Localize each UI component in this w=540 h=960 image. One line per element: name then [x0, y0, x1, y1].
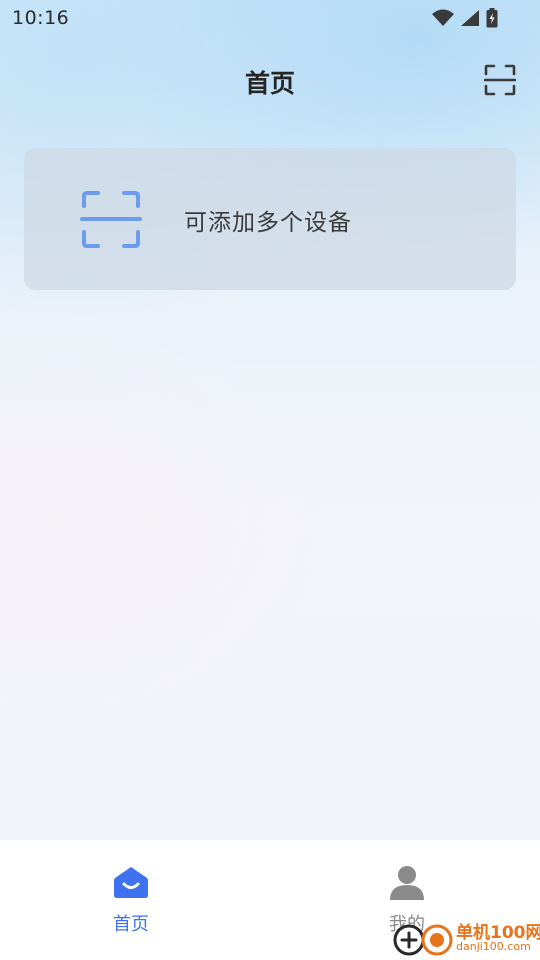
cellular-signal-icon	[460, 9, 480, 27]
battery-charging-icon	[486, 8, 498, 28]
header: 首页	[0, 52, 540, 108]
scan-icon	[484, 64, 516, 96]
watermark-url: danji100.com	[456, 940, 531, 953]
wifi-icon	[432, 9, 454, 27]
tab-home[interactable]: 首页	[51, 840, 211, 960]
page-title: 首页	[244, 69, 295, 98]
status-time: 10:16	[12, 7, 70, 29]
status-bar: 10:16	[0, 0, 540, 36]
watermark-logo-icon	[392, 918, 454, 958]
home-icon	[113, 864, 149, 900]
tab-home-label: 首页	[113, 914, 149, 935]
scan-button[interactable]	[484, 64, 516, 96]
add-device-card[interactable]: 可添加多个设备	[24, 148, 516, 290]
person-icon	[389, 864, 425, 900]
status-icons	[432, 8, 498, 28]
add-device-label: 可添加多个设备	[184, 210, 352, 236]
watermark: 单机100网 danji100.com	[392, 916, 540, 960]
scan-icon	[80, 190, 142, 250]
